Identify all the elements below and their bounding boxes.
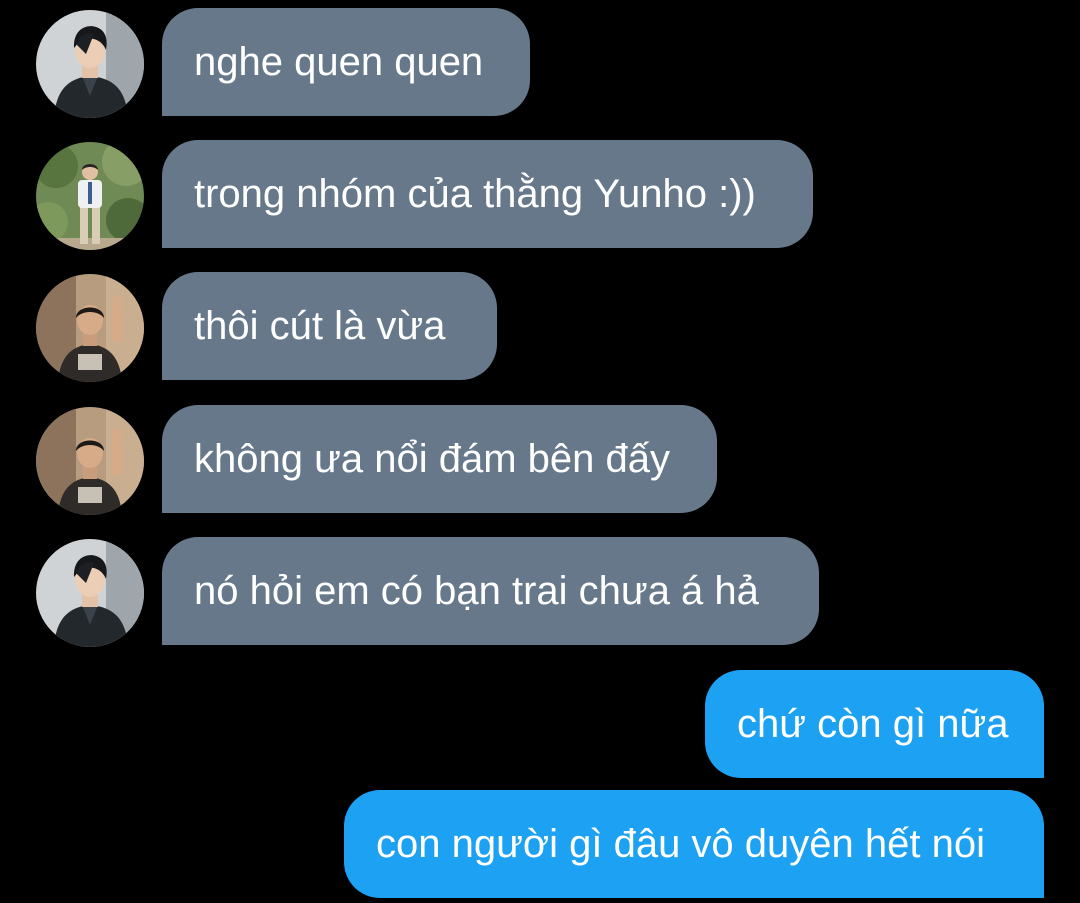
avatar-photo-man-dark-shirt-icon[interactable]: [36, 539, 144, 647]
avatar-photo-man-peace-sign-icon[interactable]: [36, 274, 144, 382]
message-text: con người gì đâu vô duyên hết nói: [376, 822, 985, 866]
message-text: không ưa nổi đám bên đấy: [194, 437, 670, 481]
message-bubble-incoming[interactable]: thôi cút là vừa: [162, 272, 497, 380]
message-row-incoming: không ưa nổi đám bên đấy: [0, 405, 1080, 515]
message-text: chứ còn gì nữa: [737, 702, 1009, 746]
message-bubble-incoming[interactable]: trong nhóm của thằng Yunho :)): [162, 140, 813, 248]
avatar-photo-man-peace-sign-icon[interactable]: [36, 407, 144, 515]
message-row-incoming: trong nhóm của thằng Yunho :)): [0, 140, 1080, 250]
message-row-incoming: nghe quen quen: [0, 8, 1080, 118]
message-text: thôi cút là vừa: [194, 304, 446, 348]
message-row-incoming: nó hỏi em có bạn trai chưa á hả: [0, 537, 1080, 647]
message-row-outgoing: chứ còn gì nữa: [0, 670, 1080, 778]
message-text: nó hỏi em có bạn trai chưa á hả: [194, 569, 759, 613]
message-row-outgoing: con người gì đâu vô duyên hết nói: [0, 790, 1080, 898]
message-text: trong nhóm của thằng Yunho :)): [194, 172, 756, 216]
message-bubble-incoming[interactable]: nghe quen quen: [162, 8, 530, 116]
avatar-photo-man-garden-icon[interactable]: [36, 142, 144, 250]
message-row-incoming: thôi cút là vừa: [0, 272, 1080, 382]
message-bubble-incoming[interactable]: nó hỏi em có bạn trai chưa á hả: [162, 537, 819, 645]
message-bubble-outgoing[interactable]: con người gì đâu vô duyên hết nói: [344, 790, 1044, 898]
chat-thread: nghe quen quen trong nhóm của thằng Yunh…: [0, 0, 1080, 903]
avatar-photo-man-dark-shirt-icon[interactable]: [36, 10, 144, 118]
message-bubble-incoming[interactable]: không ưa nổi đám bên đấy: [162, 405, 717, 513]
message-text: nghe quen quen: [194, 40, 484, 84]
message-bubble-outgoing[interactable]: chứ còn gì nữa: [705, 670, 1044, 778]
